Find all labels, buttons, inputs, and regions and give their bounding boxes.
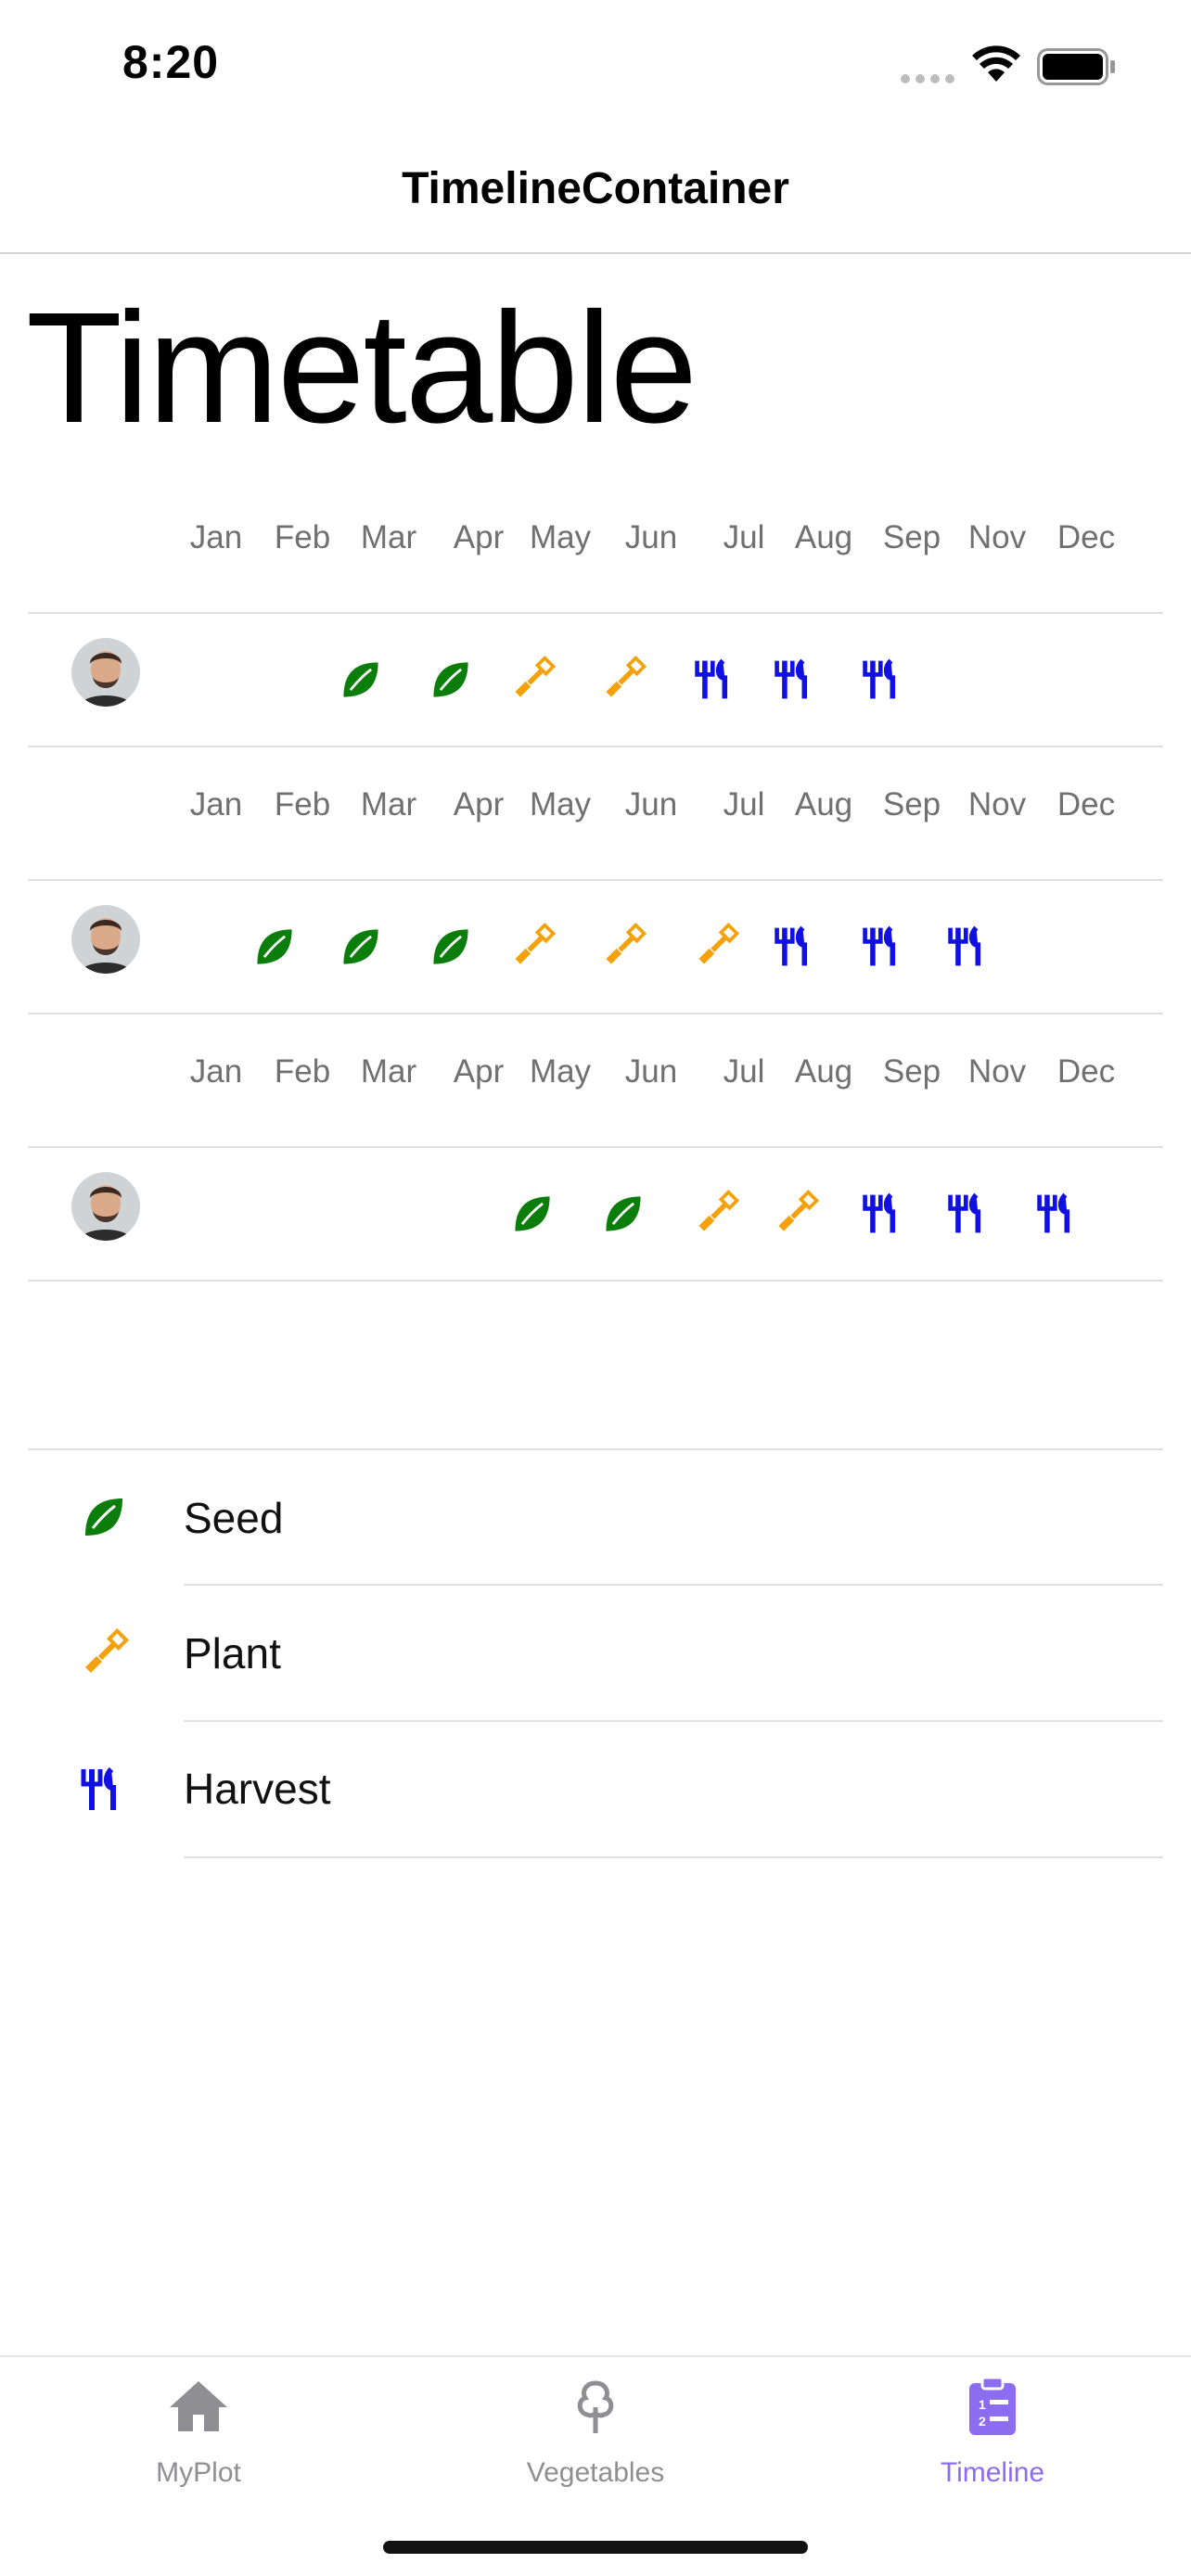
legend-divider xyxy=(184,1720,1163,1722)
month-label: Jul xyxy=(723,519,765,555)
month-label: Feb xyxy=(274,1053,331,1090)
row-divider xyxy=(28,879,1163,881)
leaf-icon xyxy=(250,923,299,971)
row-divider xyxy=(28,746,1163,747)
shovel-icon xyxy=(692,1189,740,1238)
shovel-icon xyxy=(78,1627,130,1680)
leaf-icon xyxy=(337,656,385,704)
battery-icon xyxy=(1037,48,1117,90)
fork-knife-icon xyxy=(945,923,993,971)
month-label: Jul xyxy=(723,1053,765,1090)
status-time: 8:20 xyxy=(122,36,220,88)
home-indicator xyxy=(383,2541,808,2554)
month-label: Sep xyxy=(882,786,941,823)
month-label: Jan xyxy=(189,1053,243,1090)
fork-knife-icon xyxy=(945,1190,993,1238)
tree-icon xyxy=(563,2374,628,2439)
leaf-icon xyxy=(508,1190,557,1238)
month-label: Feb xyxy=(274,786,331,823)
row-divider xyxy=(28,1280,1163,1282)
month-label: Mar xyxy=(360,519,417,555)
month-label: Dec xyxy=(1057,519,1116,555)
fork-knife-icon xyxy=(860,1190,908,1238)
fork-knife-icon xyxy=(772,923,820,971)
month-label: Jun xyxy=(624,519,678,555)
tab-label-vegetables: Vegetables xyxy=(526,2457,665,2488)
avatar[interactable] xyxy=(71,638,140,707)
month-label: Feb xyxy=(274,519,331,555)
month-label: Mar xyxy=(360,786,417,823)
tab-label-myplot: MyPlot xyxy=(156,2457,241,2488)
shovel-icon xyxy=(599,655,647,704)
month-label: Sep xyxy=(882,1053,941,1090)
cellular-signal-icon xyxy=(900,72,957,90)
tabbar-divider xyxy=(0,2355,1191,2357)
month-label: May xyxy=(529,786,592,823)
month-label: Nov xyxy=(967,519,1027,555)
month-label: Apr xyxy=(453,519,505,555)
month-label: Aug xyxy=(794,1053,853,1090)
legend-divider xyxy=(184,1584,1163,1586)
legend-label-plant: Plant xyxy=(184,1629,281,1677)
shovel-icon xyxy=(599,922,647,971)
svg-text:2: 2 xyxy=(979,2414,986,2429)
legend-label-seed: Seed xyxy=(184,1494,284,1542)
month-label: Sep xyxy=(882,519,941,555)
month-header-row: Jan Feb Mar Apr May Jun Jul Aug Sep Nov Dec xyxy=(0,786,1191,842)
month-label: Apr xyxy=(453,786,505,823)
legend-divider xyxy=(184,1856,1163,1858)
leaf-icon xyxy=(427,656,475,704)
month-label: Apr xyxy=(453,1053,505,1090)
row-divider xyxy=(28,612,1163,614)
shovel-icon xyxy=(692,922,740,971)
nav-title: TimelineContainer xyxy=(402,164,789,213)
leaf-icon xyxy=(427,923,475,971)
month-label: Jul xyxy=(723,786,765,823)
leaf-icon xyxy=(337,923,385,971)
month-label: Nov xyxy=(967,1053,1027,1090)
page-title: Timetable xyxy=(26,280,698,456)
avatar[interactable] xyxy=(71,1172,140,1241)
svg-text:1: 1 xyxy=(979,2397,986,2412)
fork-knife-icon xyxy=(860,656,908,704)
shovel-icon xyxy=(508,655,557,704)
month-label: Mar xyxy=(360,1053,417,1090)
month-label: Dec xyxy=(1057,1053,1116,1090)
clipboard-list-icon: 1 2 xyxy=(960,2374,1025,2439)
month-label: Jun xyxy=(624,786,678,823)
shovel-icon xyxy=(508,922,557,971)
month-label: May xyxy=(529,1053,592,1090)
fork-knife-icon xyxy=(772,656,820,704)
month-label: May xyxy=(529,519,592,555)
leaf-icon xyxy=(599,1190,647,1238)
leaf-icon xyxy=(78,1491,130,1543)
row-divider xyxy=(28,1013,1163,1014)
month-label: Jun xyxy=(624,1053,678,1090)
month-label: Jan xyxy=(189,519,243,555)
shovel-icon xyxy=(772,1189,820,1238)
fork-knife-icon xyxy=(1034,1190,1082,1238)
wifi-icon xyxy=(970,45,1022,88)
fork-knife-icon xyxy=(692,656,740,704)
month-header-row: Jan Feb Mar Apr May Jun Jul Aug Sep Nov Dec xyxy=(0,1053,1191,1109)
house-icon xyxy=(166,2374,231,2439)
legend-top-divider xyxy=(28,1448,1163,1450)
row-divider xyxy=(28,1146,1163,1148)
month-header-row: Jan Feb Mar Apr May Jun Jul Aug Sep Nov Dec xyxy=(0,519,1191,575)
month-label: Aug xyxy=(794,786,853,823)
tab-label-timeline: Timeline xyxy=(940,2457,1045,2488)
month-label: Aug xyxy=(794,519,853,555)
month-label: Jan xyxy=(189,786,243,823)
month-label: Dec xyxy=(1057,786,1116,823)
fork-knife-icon xyxy=(78,1764,130,1816)
month-label: Nov xyxy=(967,786,1027,823)
nav-divider xyxy=(0,252,1191,254)
avatar[interactable] xyxy=(71,905,140,974)
fork-knife-icon xyxy=(860,923,908,971)
legend-label-harvest: Harvest xyxy=(184,1765,331,1813)
